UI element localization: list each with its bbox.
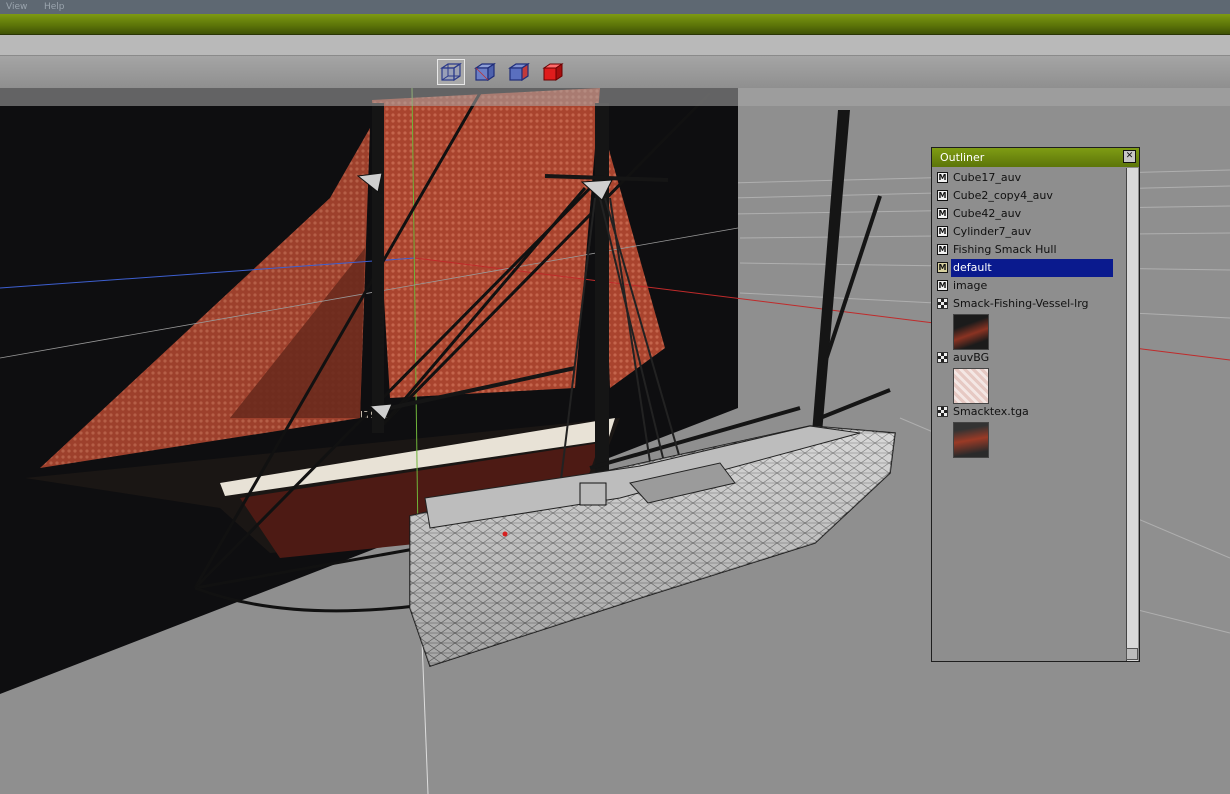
outliner-item-cube2-copy4-auv[interactable]: M Cube2_copy4_auv: [935, 187, 1125, 205]
mesh-icon: M: [937, 208, 948, 219]
outliner-item-cylinder7-auv[interactable]: M Cylinder7_auv: [935, 223, 1125, 241]
outliner-item-fishing-smack-hull[interactable]: M Fishing Smack Hull: [935, 241, 1125, 259]
solid-view-button[interactable]: [539, 59, 567, 85]
textured-view-button[interactable]: [505, 59, 533, 85]
mesh-icon: M: [937, 244, 948, 255]
outliner-close-button[interactable]: ✕: [1123, 150, 1136, 163]
texture-icon: [937, 352, 948, 363]
close-icon: ✕: [1125, 151, 1134, 161]
material-icon: M: [937, 262, 948, 273]
outliner-item-image[interactable]: M image: [935, 277, 1125, 295]
outliner-item-cube42-auv[interactable]: M Cube42_auv: [935, 205, 1125, 223]
outliner-item-label: Cube42_auv: [953, 207, 1022, 220]
title-bar: [0, 14, 1230, 35]
shaded-wire-view-button[interactable]: [471, 59, 499, 85]
texture-icon: [937, 298, 948, 309]
texture-thumbnail-auvbg[interactable]: [953, 368, 989, 404]
outliner-item-label: Cube2_copy4_auv: [953, 189, 1053, 202]
mesh-icon: M: [937, 226, 948, 237]
outliner-item-label: image: [953, 279, 988, 292]
texture-icon: [937, 406, 948, 417]
app-menu-bar: View Help: [0, 0, 1230, 14]
outliner-title-bar[interactable]: Outliner ✕: [932, 148, 1139, 167]
texture-thumbnail-smack-vessel[interactable]: [953, 314, 989, 350]
mesh-icon: M: [937, 280, 948, 291]
outliner-scrollbar[interactable]: [1126, 168, 1138, 661]
outliner-item-cube17-auv[interactable]: M Cube17_auv: [935, 169, 1125, 187]
shaded-cube-icon: [474, 62, 496, 82]
view-mode-toolbar: [0, 56, 1230, 88]
texture-thumbnail-smacktex[interactable]: [953, 422, 989, 458]
outliner-item-label: Cylinder7_auv: [953, 225, 1032, 238]
viewport-header-strip: [0, 88, 1230, 106]
outliner-title: Outliner: [940, 151, 985, 164]
menu-view[interactable]: View: [6, 0, 27, 14]
outliner-texture-smacktex[interactable]: Smacktex.tga: [935, 403, 1125, 421]
menu-help[interactable]: Help: [44, 0, 65, 14]
outliner-item-label: Fishing Smack Hull: [953, 243, 1057, 256]
outliner-texture-smack-fishing-vessel[interactable]: Smack-Fishing-Vessel-lrg: [935, 295, 1125, 313]
mesh-icon: M: [937, 172, 948, 183]
outliner-item-label: auvBG: [953, 351, 990, 364]
mesh-icon: M: [937, 190, 948, 201]
outliner-panel: Outliner ✕ M Cube17_auv M Cube2_copy4_au…: [931, 147, 1140, 662]
outliner-item-label: Smacktex.tga: [953, 405, 1029, 418]
outliner-item-label: Cube17_auv: [953, 171, 1022, 184]
tool-strip: [0, 35, 1230, 56]
resize-grip-icon[interactable]: [1126, 648, 1138, 660]
textured-cube-icon: [508, 62, 530, 82]
outliner-item-label: Smack-Fishing-Vessel-lrg: [953, 297, 1089, 310]
outliner-texture-auvbg[interactable]: auvBG: [935, 349, 1125, 367]
wireframe-view-button[interactable]: [437, 59, 465, 85]
wireframe-cube-icon: [440, 62, 462, 82]
outliner-item-default[interactable]: M default: [935, 259, 1125, 277]
outliner-item-label: default: [951, 259, 1113, 277]
solid-red-cube-icon: [542, 63, 564, 81]
